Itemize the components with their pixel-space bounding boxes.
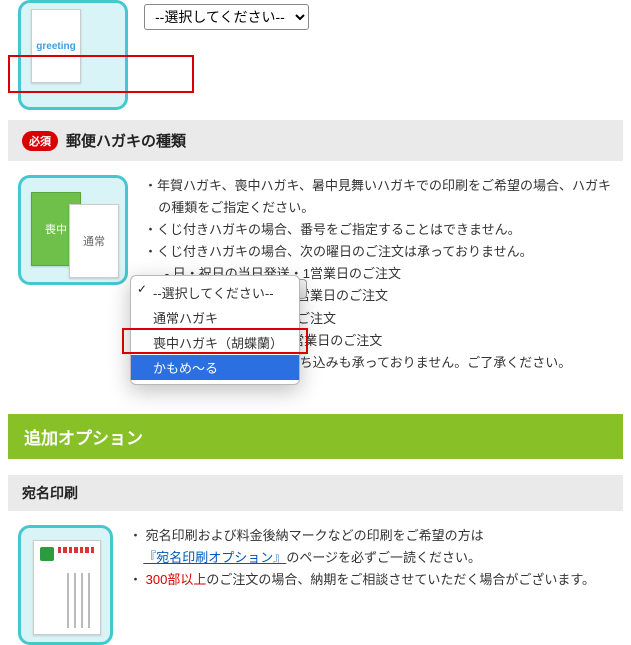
dropdown-option-normal[interactable]: 通常ハガキ	[131, 305, 299, 330]
dropdown-option-placeholder[interactable]: --選択してください--	[131, 280, 299, 305]
postcard-type-dropdown: --選択してください-- 通常ハガキ 喪中ハガキ（胡蝶蘭） かもめ〜る	[130, 275, 300, 385]
address-print-option-link[interactable]: 『宛名印刷オプション』	[143, 550, 286, 565]
greeting-thumb: greeting	[18, 0, 128, 110]
dropdown-option-kamome[interactable]: かもめ〜る	[131, 355, 299, 380]
section-postcard-type: 必須 郵便ハガキの種類	[8, 120, 623, 161]
subsection-address-print: 宛名印刷	[8, 475, 623, 511]
address-print-notes: 宛名印刷および料金後納マークなどの印刷をご希望の方は 『宛名印刷オプション』のペ…	[129, 525, 613, 591]
section-addon: 追加オプション	[8, 414, 623, 459]
address-print-thumb	[18, 525, 113, 645]
postcard-type-thumb: 喪中 通常	[18, 175, 128, 285]
section-title: 郵便ハガキの種類	[66, 130, 186, 151]
dropdown-option-mourning[interactable]: 喪中ハガキ（胡蝶蘭）	[131, 330, 299, 355]
required-badge: 必須	[22, 131, 58, 151]
greeting-type-select[interactable]: --選択してください--	[144, 4, 309, 30]
